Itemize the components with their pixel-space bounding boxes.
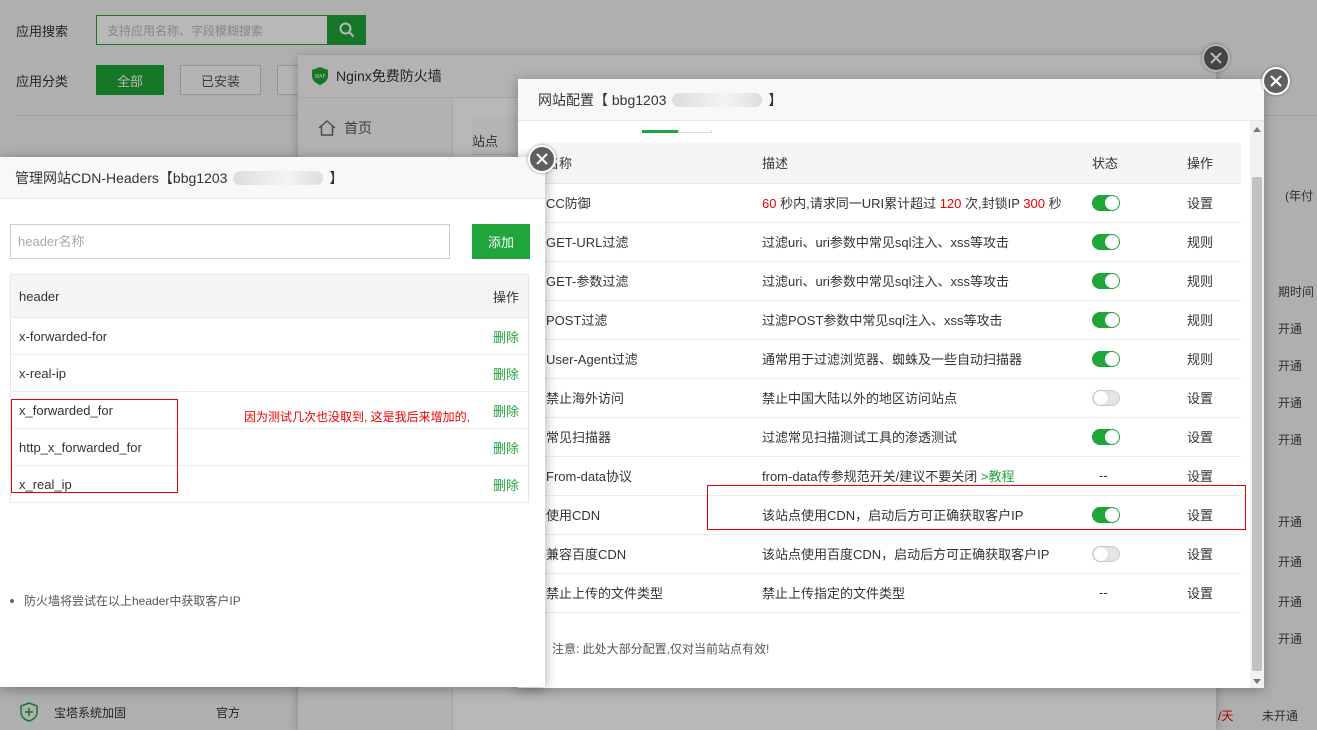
site-config-close-button[interactable] [1262,67,1290,95]
status-toggle[interactable] [1092,428,1120,445]
header-name-input[interactable] [10,224,450,259]
cc-seconds: 60 [762,196,777,211]
delete-link[interactable]: 删除 [399,428,529,466]
rule-action-link[interactable]: 规则 [1178,339,1241,379]
table-row: User-Agent过滤 通常用于过滤浏览器、蜘蛛及一些自动扫描器 规则 [538,339,1241,379]
rule-desc: 禁止上传指定的文件类型 [753,573,1083,613]
cc-block-seconds: 300 [1023,196,1045,211]
status-toggle[interactable] [1092,389,1120,406]
header-value: x-real-ip [10,354,400,392]
status-none: -- [1083,573,1178,613]
header-table-head: header 操作 [10,274,529,318]
close-icon [1270,75,1282,87]
cc-desc-text: 次,封锁IP [961,196,1024,211]
rule-name: 常见扫描器 [538,417,753,457]
col-status: 状态 [1083,143,1178,184]
table-row: 常见扫描器 过滤常见扫描测试工具的渗透测试 设置 [538,417,1241,457]
tutorial-link[interactable]: >教程 [981,469,1015,484]
table-row: 禁止上传的文件类型 禁止上传指定的文件类型 -- 设置 [538,573,1241,613]
cdn-dialog-close-button[interactable] [528,145,556,173]
delete-link[interactable]: 删除 [399,354,529,392]
rule-desc: 60 秒内,请求同一URI累计超过 120 次,封锁IP 300 秒 [753,183,1083,223]
status-toggle[interactable] [1092,545,1120,562]
delete-link[interactable]: 删除 [399,317,529,355]
config-scrollbar[interactable] [1250,121,1264,688]
col-desc: 描述 [753,143,1083,184]
status-toggle[interactable] [1092,350,1120,367]
scroll-down-icon[interactable] [1253,679,1261,684]
rule-desc-text: from-data传参规范开关/建议不要关闭 [762,469,978,484]
rule-desc: 通常用于过滤浏览器、蜘蛛及一些自动扫描器 [753,339,1083,379]
cdn-tip: 防火墙将尝试在以上header中获取客户IP [10,592,241,609]
cc-desc-text: 秒 [1045,196,1062,211]
site-config-title-suffix: 】 [768,91,783,108]
scrollbar-thumb[interactable] [1252,177,1262,671]
rule-action-link[interactable]: 规则 [1178,300,1241,340]
rule-table: 名称 描述 状态 操作 CC防御 60 秒内,请求同一URI累计超过 120 次… [538,143,1241,613]
col-action: 操作 [399,274,529,318]
status-toggle[interactable] [1092,233,1120,250]
rule-action-link[interactable]: 规则 [1178,261,1241,301]
rule-desc: 过滤POST参数中常见sql注入、xss等攻击 [753,300,1083,340]
rule-desc: 过滤uri、uri参数中常见sql注入、xss等攻击 [753,261,1083,301]
close-icon [536,153,548,165]
cdn-headers-dialog: 管理网站CDN-Headers【bbg1203 】 添加 header 操作 x… [0,157,545,687]
delete-link[interactable]: 删除 [399,465,529,503]
table-row: GET-URL过滤 过滤uri、uri参数中常见sql注入、xss等攻击 规则 [538,222,1241,262]
add-header-button[interactable]: 添加 [472,224,530,259]
rule-action-link[interactable]: 设置 [1178,534,1241,574]
config-tab-indicator [642,121,714,133]
table-row: x-real-ip 删除 [10,354,529,392]
col-header: header [10,274,400,318]
rule-desc: 禁止中国大陆以外的地区访问站点 [753,378,1083,418]
rule-desc: 过滤uri、uri参数中常见sql注入、xss等攻击 [753,222,1083,262]
status-toggle[interactable] [1092,272,1120,289]
added-headers-annotation-box [11,399,178,493]
rule-desc: 过滤常见扫描测试工具的渗透测试 [753,417,1083,457]
rule-name: 兼容百度CDN [538,534,753,574]
rule-table-header: 名称 描述 状态 操作 [538,143,1241,184]
cc-count: 120 [939,196,962,211]
col-action: 操作 [1178,143,1241,184]
rule-action-link[interactable]: 设置 [1178,573,1241,613]
table-row: 兼容百度CDN 该站点使用百度CDN，启动后方可正确获取客户IP 设置 [538,534,1241,574]
rule-action-link[interactable]: 设置 [1178,378,1241,418]
scroll-up-icon[interactable] [1253,127,1261,132]
col-name: 名称 [538,143,753,184]
rule-name: 禁止海外访问 [538,378,753,418]
rule-name: User-Agent过滤 [538,339,753,379]
rule-name: POST过滤 [538,300,753,340]
site-config-window: 网站配置【 bbg1203 】 名称 描述 状态 操作 CC防御 60 秒内,请… [518,79,1264,688]
cc-desc-text: 秒内,请求同一URI累计超过 [776,196,940,211]
cdn-row-annotation-box [707,485,1246,530]
config-note: 注意: 此处大部分配置,仅对当前站点有效! [552,642,770,656]
table-row: POST过滤 过滤POST参数中常见sql注入、xss等攻击 规则 [538,300,1241,340]
rule-desc: 该站点使用百度CDN，启动后方可正确获取客户IP [753,534,1083,574]
table-row: x-forwarded-for 删除 [10,317,529,355]
table-row: 禁止海外访问 禁止中国大陆以外的地区访问站点 设置 [538,378,1241,418]
redacted-mask [672,92,763,107]
cdn-dialog-title-bar: 管理网站CDN-Headers【bbg1203 】 [0,157,545,199]
cdn-dialog-title-prefix: 管理网站CDN-Headers【bbg1203 [15,169,228,186]
site-config-title-prefix: 网站配置【 bbg1203 [538,91,667,108]
rule-action-link[interactable]: 设置 [1178,183,1241,223]
table-row: CC防御 60 秒内,请求同一URI累计超过 120 次,封锁IP 300 秒 … [538,183,1241,223]
rule-name: GET-URL过滤 [538,222,753,262]
status-toggle[interactable] [1092,194,1120,211]
cdn-dialog-title-suffix: 】 [329,169,344,186]
status-toggle[interactable] [1092,311,1120,328]
rule-action-link[interactable]: 规则 [1178,222,1241,262]
site-config-title-bar: 网站配置【 bbg1203 】 [518,79,1264,121]
table-row: GET-参数过滤 过滤uri、uri参数中常见sql注入、xss等攻击 规则 [538,261,1241,301]
annotation-text: 因为测试几次也没取到, 这是我后来增加的, [244,410,471,424]
redacted-mask [233,170,324,185]
rule-name: 禁止上传的文件类型 [538,573,753,613]
rule-action-link[interactable]: 设置 [1178,417,1241,457]
rule-name: GET-参数过滤 [538,261,753,301]
rule-name: CC防御 [538,183,753,223]
header-value: x-forwarded-for [10,317,400,355]
